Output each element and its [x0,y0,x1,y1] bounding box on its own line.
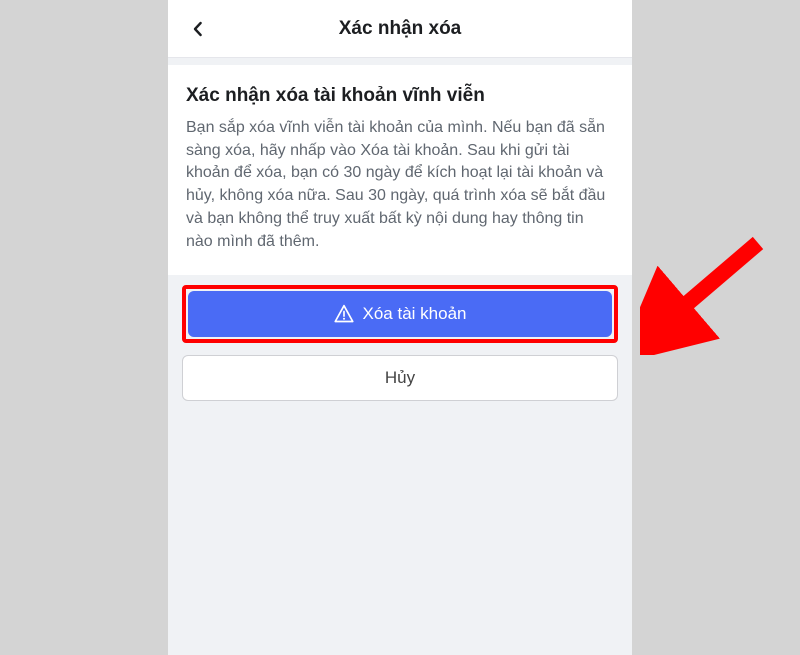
header-bar: Xác nhận xóa [168,0,632,58]
warning-icon [334,304,354,324]
back-button[interactable] [180,11,216,47]
button-area: Xóa tài khoản Hủy [168,275,632,401]
card-title: Xác nhận xóa tài khoản vĩnh viễn [186,85,614,107]
highlight-border: Xóa tài khoản [182,285,618,343]
cancel-button[interactable]: Hủy [182,355,618,401]
delete-account-button[interactable]: Xóa tài khoản [188,291,612,337]
cancel-button-label: Hủy [385,368,415,388]
card-body-text: Bạn sắp xóa vĩnh viễn tài khoản của mình… [186,117,614,253]
phone-screen: Xác nhận xóa Xác nhận xóa tài khoản vĩnh… [168,0,632,655]
chevron-left-icon [189,20,207,38]
delete-button-label: Xóa tài khoản [363,304,467,324]
annotation-arrow-icon [640,235,780,355]
page-title: Xác nhận xóa [168,18,632,40]
confirmation-card: Xác nhận xóa tài khoản vĩnh viễn Bạn sắp… [168,65,632,275]
